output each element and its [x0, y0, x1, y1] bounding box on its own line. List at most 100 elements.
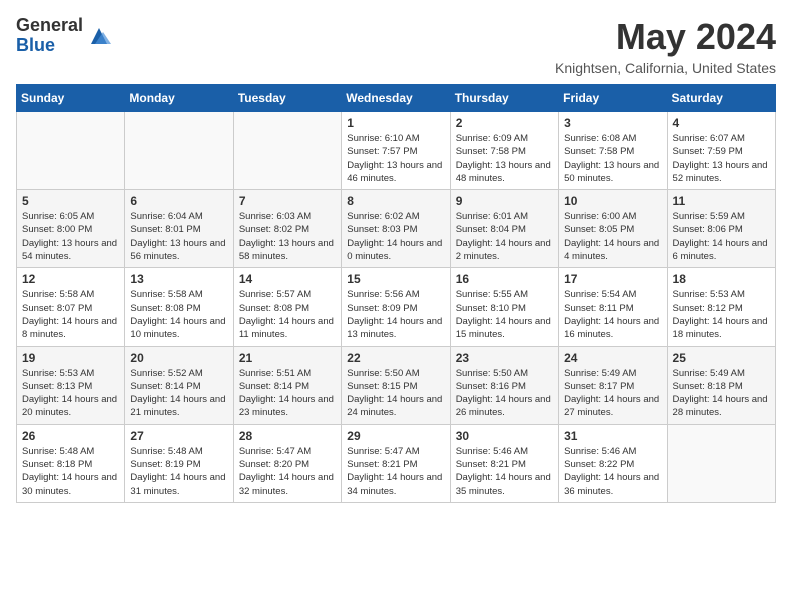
day-number: 18: [673, 272, 770, 286]
day-info: Sunrise: 5:46 AM Sunset: 8:21 PM Dayligh…: [456, 445, 553, 498]
logo-icon: [87, 24, 111, 48]
week-row-2: 12 Sunrise: 5:58 AM Sunset: 8:07 PM Dayli…: [17, 268, 776, 346]
day-number: 10: [564, 194, 661, 208]
day-number: 13: [130, 272, 227, 286]
header-thursday: Thursday: [450, 85, 558, 112]
day-info: Sunrise: 5:53 AM Sunset: 8:12 PM Dayligh…: [673, 288, 770, 341]
day-number: 16: [456, 272, 553, 286]
calendar-cell: 9 Sunrise: 6:01 AM Sunset: 8:04 PM Daylig…: [450, 190, 558, 268]
day-number: 12: [22, 272, 119, 286]
day-number: 20: [130, 351, 227, 365]
day-number: 26: [22, 429, 119, 443]
day-number: 6: [130, 194, 227, 208]
day-number: 22: [347, 351, 444, 365]
day-info: Sunrise: 6:01 AM Sunset: 8:04 PM Dayligh…: [456, 210, 553, 263]
calendar-cell: 29Sunrise: 5:47 AM Sunset: 8:21 PM Dayli…: [342, 424, 450, 502]
month-title: May 2024: [555, 16, 776, 58]
day-info: Sunrise: 5:55 AM Sunset: 8:10 PM Dayligh…: [456, 288, 553, 341]
calendar-header: SundayMondayTuesdayWednesdayThursdayFrid…: [17, 85, 776, 112]
calendar-cell: 19Sunrise: 5:53 AM Sunset: 8:13 PM Dayli…: [17, 346, 125, 424]
day-number: 15: [347, 272, 444, 286]
header-sunday: Sunday: [17, 85, 125, 112]
logo-general: General: [16, 16, 83, 36]
day-number: 5: [22, 194, 119, 208]
day-number: 25: [673, 351, 770, 365]
day-number: 9: [456, 194, 553, 208]
week-row-1: 5 Sunrise: 6:05 AM Sunset: 8:00 PM Daylig…: [17, 190, 776, 268]
calendar-cell: 15 Sunrise: 5:56 AM Sunset: 8:09 PM Dayli…: [342, 268, 450, 346]
calendar-cell: [667, 424, 775, 502]
logo: General Blue: [16, 16, 111, 56]
day-info: Sunrise: 6:09 AM Sunset: 7:58 PM Dayligh…: [456, 132, 553, 185]
header-friday: Friday: [559, 85, 667, 112]
day-info: Sunrise: 5:49 AM Sunset: 8:17 PM Dayligh…: [564, 367, 661, 420]
day-info: Sunrise: 5:49 AM Sunset: 8:18 PM Dayligh…: [673, 367, 770, 420]
day-number: 21: [239, 351, 336, 365]
day-number: 8: [347, 194, 444, 208]
calendar-table: SundayMondayTuesdayWednesdayThursdayFrid…: [16, 84, 776, 503]
calendar-cell: 14Sunrise: 5:57 AM Sunset: 8:08 PM Dayli…: [233, 268, 341, 346]
calendar-body: 1Sunrise: 6:10 AM Sunset: 7:57 PM Daylig…: [17, 112, 776, 503]
day-number: 27: [130, 429, 227, 443]
calendar-cell: 31 Sunrise: 5:46 AM Sunset: 8:22 PM Dayli…: [559, 424, 667, 502]
day-info: Sunrise: 6:03 AM Sunset: 8:02 PM Dayligh…: [239, 210, 336, 263]
day-info: Sunrise: 5:58 AM Sunset: 8:07 PM Dayligh…: [22, 288, 119, 341]
header-tuesday: Tuesday: [233, 85, 341, 112]
calendar-cell: 24 Sunrise: 5:49 AM Sunset: 8:17 PM Dayli…: [559, 346, 667, 424]
day-info: Sunrise: 6:00 AM Sunset: 8:05 PM Dayligh…: [564, 210, 661, 263]
calendar-cell: 16 Sunrise: 5:55 AM Sunset: 8:10 PM Dayli…: [450, 268, 558, 346]
day-number: 17: [564, 272, 661, 286]
day-info: Sunrise: 5:51 AM Sunset: 8:14 PM Dayligh…: [239, 367, 336, 420]
calendar-cell: 22 Sunrise: 5:50 AM Sunset: 8:15 PM Dayli…: [342, 346, 450, 424]
header-monday: Monday: [125, 85, 233, 112]
day-info: Sunrise: 5:50 AM Sunset: 8:15 PM Dayligh…: [347, 367, 444, 420]
day-info: Sunrise: 6:07 AM Sunset: 7:59 PM Dayligh…: [673, 132, 770, 185]
week-row-0: 1Sunrise: 6:10 AM Sunset: 7:57 PM Daylig…: [17, 112, 776, 190]
day-number: 3: [564, 116, 661, 130]
calendar-cell: 21 Sunrise: 5:51 AM Sunset: 8:14 PM Dayli…: [233, 346, 341, 424]
day-number: 14: [239, 272, 336, 286]
calendar-cell: 23 Sunrise: 5:50 AM Sunset: 8:16 PM Dayli…: [450, 346, 558, 424]
calendar-cell: 1Sunrise: 6:10 AM Sunset: 7:57 PM Daylig…: [342, 112, 450, 190]
calendar-cell: [125, 112, 233, 190]
day-info: Sunrise: 5:47 AM Sunset: 8:20 PM Dayligh…: [239, 445, 336, 498]
calendar-cell: 4 Sunrise: 6:07 AM Sunset: 7:59 PM Daylig…: [667, 112, 775, 190]
day-info: Sunrise: 6:02 AM Sunset: 8:03 PM Dayligh…: [347, 210, 444, 263]
week-row-4: 26 Sunrise: 5:48 AM Sunset: 8:18 PM Dayli…: [17, 424, 776, 502]
day-number: 1: [347, 116, 444, 130]
calendar-cell: 27Sunrise: 5:48 AM Sunset: 8:19 PM Dayli…: [125, 424, 233, 502]
day-number: 31: [564, 429, 661, 443]
day-info: Sunrise: 5:50 AM Sunset: 8:16 PM Dayligh…: [456, 367, 553, 420]
page-header: General Blue May 2024 Knightsen, Califor…: [16, 16, 776, 76]
calendar-cell: 18 Sunrise: 5:53 AM Sunset: 8:12 PM Dayli…: [667, 268, 775, 346]
week-row-3: 19Sunrise: 5:53 AM Sunset: 8:13 PM Dayli…: [17, 346, 776, 424]
calendar-cell: 30Sunrise: 5:46 AM Sunset: 8:21 PM Dayli…: [450, 424, 558, 502]
calendar-cell: 20 Sunrise: 5:52 AM Sunset: 8:14 PM Dayli…: [125, 346, 233, 424]
calendar-cell: 26 Sunrise: 5:48 AM Sunset: 8:18 PM Dayli…: [17, 424, 125, 502]
calendar-cell: 2Sunrise: 6:09 AM Sunset: 7:58 PM Daylig…: [450, 112, 558, 190]
calendar-cell: 28Sunrise: 5:47 AM Sunset: 8:20 PM Dayli…: [233, 424, 341, 502]
day-info: Sunrise: 5:54 AM Sunset: 8:11 PM Dayligh…: [564, 288, 661, 341]
calendar-cell: 13 Sunrise: 5:58 AM Sunset: 8:08 PM Dayli…: [125, 268, 233, 346]
day-info: Sunrise: 5:53 AM Sunset: 8:13 PM Dayligh…: [22, 367, 119, 420]
logo-blue: Blue: [16, 36, 83, 56]
day-number: 24: [564, 351, 661, 365]
day-info: Sunrise: 6:08 AM Sunset: 7:58 PM Dayligh…: [564, 132, 661, 185]
day-number: 7: [239, 194, 336, 208]
day-info: Sunrise: 5:52 AM Sunset: 8:14 PM Dayligh…: [130, 367, 227, 420]
day-number: 4: [673, 116, 770, 130]
day-info: Sunrise: 6:05 AM Sunset: 8:00 PM Dayligh…: [22, 210, 119, 263]
calendar-cell: 12 Sunrise: 5:58 AM Sunset: 8:07 PM Dayli…: [17, 268, 125, 346]
day-info: Sunrise: 5:46 AM Sunset: 8:22 PM Dayligh…: [564, 445, 661, 498]
day-number: 23: [456, 351, 553, 365]
day-info: Sunrise: 5:56 AM Sunset: 8:09 PM Dayligh…: [347, 288, 444, 341]
calendar-cell: 7 Sunrise: 6:03 AM Sunset: 8:02 PM Daylig…: [233, 190, 341, 268]
day-info: Sunrise: 5:47 AM Sunset: 8:21 PM Dayligh…: [347, 445, 444, 498]
day-info: Sunrise: 5:48 AM Sunset: 8:18 PM Dayligh…: [22, 445, 119, 498]
calendar-cell: 10 Sunrise: 6:00 AM Sunset: 8:05 PM Dayli…: [559, 190, 667, 268]
location: Knightsen, California, United States: [555, 60, 776, 76]
calendar-cell: [17, 112, 125, 190]
day-info: Sunrise: 5:58 AM Sunset: 8:08 PM Dayligh…: [130, 288, 227, 341]
calendar-cell: 17 Sunrise: 5:54 AM Sunset: 8:11 PM Dayli…: [559, 268, 667, 346]
calendar-cell: 25 Sunrise: 5:49 AM Sunset: 8:18 PM Dayli…: [667, 346, 775, 424]
